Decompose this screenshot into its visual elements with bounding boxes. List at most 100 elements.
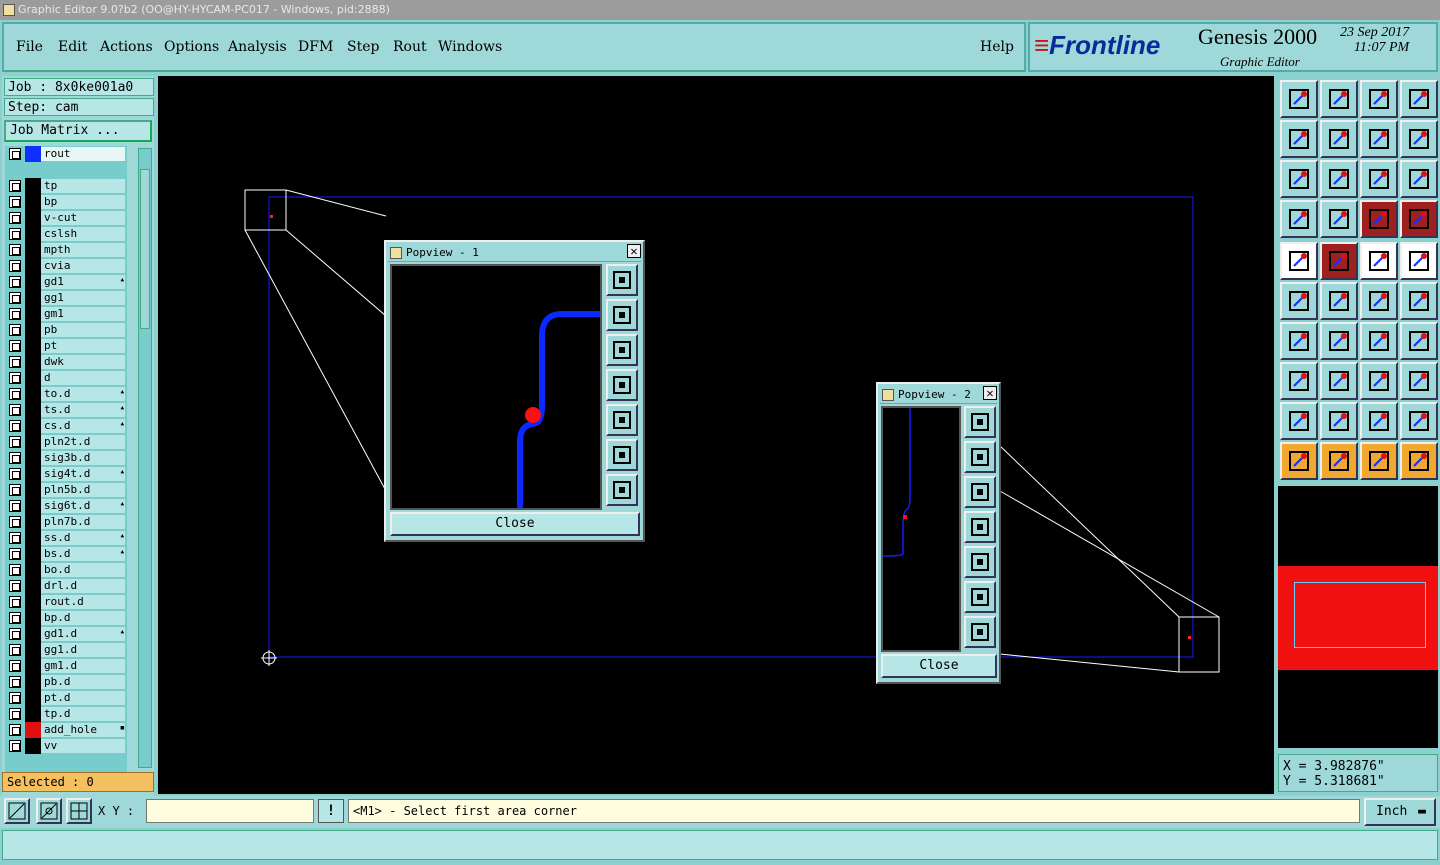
- layer-color-swatch[interactable]: [25, 690, 41, 706]
- grid-icon[interactable]: [66, 798, 92, 824]
- layer-color-swatch[interactable]: [25, 258, 41, 274]
- layer-name[interactable]: gm1.d: [41, 659, 125, 673]
- cross-icon[interactable]: [1320, 282, 1358, 320]
- layer-row[interactable]: pb.d: [5, 674, 127, 690]
- layer-checkbox[interactable]: [9, 660, 21, 672]
- redraw-icon[interactable]: [1360, 120, 1398, 158]
- layer-name[interactable]: sig4t.d: [41, 467, 125, 481]
- layer-checkbox[interactable]: [9, 676, 21, 688]
- layer-row[interactable]: gd1 ▴: [5, 274, 127, 290]
- layer-row[interactable]: pt.d: [5, 690, 127, 706]
- ruler-icon[interactable]: [1360, 242, 1398, 280]
- layer-row[interactable]: tp: [5, 178, 127, 194]
- grid-icon[interactable]: [1320, 200, 1358, 238]
- layer-row[interactable]: gm1.d: [5, 658, 127, 674]
- layer-row[interactable]: rout: [5, 146, 127, 162]
- cursor-icon[interactable]: [1280, 442, 1318, 480]
- layer-color-swatch[interactable]: [25, 562, 41, 578]
- menu-analysis[interactable]: Analysis: [228, 39, 287, 55]
- layer-row[interactable]: drl.d: [5, 578, 127, 594]
- layer-color-swatch[interactable]: [25, 418, 41, 434]
- pan-right-icon[interactable]: [606, 404, 638, 436]
- layer-color-swatch[interactable]: [25, 658, 41, 674]
- layer-color-swatch[interactable]: [25, 146, 41, 162]
- layer-checkbox[interactable]: [9, 196, 21, 208]
- layer-checkbox[interactable]: [9, 356, 21, 368]
- route-icon[interactable]: [1400, 442, 1438, 480]
- layer-checkbox[interactable]: [9, 148, 21, 160]
- layer-name[interactable]: rout.d: [41, 595, 125, 609]
- layer-color-swatch[interactable]: [25, 578, 41, 594]
- menu-step[interactable]: Step: [347, 39, 379, 55]
- layer-name[interactable]: gd1.d: [41, 627, 125, 641]
- layer-checkbox[interactable]: [9, 708, 21, 720]
- layer-row[interactable]: d: [5, 370, 127, 386]
- cursor-box-icon[interactable]: [1320, 442, 1358, 480]
- layer-checkbox[interactable]: [9, 308, 21, 320]
- layer-name[interactable]: bp.d: [41, 611, 125, 625]
- layer-name[interactable]: bo.d: [41, 563, 125, 577]
- layer-checkbox[interactable]: [9, 484, 21, 496]
- zoom-fit-icon[interactable]: [606, 264, 638, 296]
- scale-one-icon[interactable]: [1360, 160, 1398, 198]
- layer-row[interactable]: tp.d: [5, 706, 127, 722]
- layer-color-swatch[interactable]: [25, 194, 41, 210]
- layer-checkbox[interactable]: [9, 276, 21, 288]
- layer-name[interactable]: mpth: [41, 243, 125, 257]
- popview-1-window[interactable]: Popview - 1 ✕ Close: [384, 240, 645, 542]
- layer-checkbox[interactable]: [9, 612, 21, 624]
- layer-name[interactable]: vv: [41, 739, 125, 753]
- layer-name[interactable]: bp: [41, 195, 125, 209]
- layer-row[interactable]: bp: [5, 194, 127, 210]
- layers-red-icon[interactable]: [1360, 200, 1398, 238]
- layers-red-alt-icon[interactable]: [1400, 200, 1438, 238]
- tools-icon[interactable]: [1280, 200, 1318, 238]
- step-up-icon[interactable]: [1280, 80, 1318, 118]
- layer-name[interactable]: pln5b.d: [41, 483, 125, 497]
- layer-row[interactable]: gd1.d ▴: [5, 626, 127, 642]
- layer-checkbox[interactable]: [9, 404, 21, 416]
- zoom-in-icon[interactable]: [964, 616, 996, 648]
- cursor-alt-icon[interactable]: [1360, 442, 1398, 480]
- pad-select-icon[interactable]: [1280, 362, 1318, 400]
- layer-checkbox[interactable]: [9, 724, 21, 736]
- layer-color-swatch[interactable]: [25, 498, 41, 514]
- layer-row[interactable]: bs.d ▴: [5, 546, 127, 562]
- layer-checkbox[interactable]: [9, 628, 21, 640]
- layer-row[interactable]: gm1: [5, 306, 127, 322]
- connect-icon[interactable]: [1280, 282, 1318, 320]
- layer-name[interactable]: rout: [41, 147, 125, 161]
- layer-color-swatch[interactable]: [25, 306, 41, 322]
- layer-color-swatch[interactable]: [25, 738, 41, 754]
- layer-color-swatch[interactable]: [25, 546, 41, 562]
- layer-name[interactable]: sig6t.d: [41, 499, 125, 513]
- layer-row[interactable]: pt: [5, 338, 127, 354]
- triangle-alt-icon[interactable]: [1320, 402, 1358, 440]
- triangle-wide-icon[interactable]: [1400, 402, 1438, 440]
- layer-name[interactable]: pb: [41, 323, 125, 337]
- layer-row[interactable]: cslsh: [5, 226, 127, 242]
- layer-name[interactable]: cslsh: [41, 227, 125, 241]
- move-point-icon[interactable]: [1360, 282, 1398, 320]
- layer-row[interactable]: gg1: [5, 290, 127, 306]
- layer-scrollbar[interactable]: [138, 148, 152, 768]
- layer-color-swatch[interactable]: [25, 290, 41, 306]
- layer-checkbox[interactable]: [9, 580, 21, 592]
- layer-color-swatch[interactable]: [25, 610, 41, 626]
- layer-row[interactable]: pln5b.d: [5, 482, 127, 498]
- layer-row[interactable]: sig6t.d ▴: [5, 498, 127, 514]
- shape-icon[interactable]: [1400, 362, 1438, 400]
- pan-left-icon[interactable]: [606, 369, 638, 401]
- scroll-thumb[interactable]: [140, 169, 150, 329]
- snap-icon[interactable]: [1400, 120, 1438, 158]
- popview-1-close-icon[interactable]: ✕: [627, 244, 641, 258]
- popview-1-titlebar[interactable]: Popview - 1: [388, 244, 641, 262]
- layer-color-swatch[interactable]: [25, 402, 41, 418]
- layer-name[interactable]: tp.d: [41, 707, 125, 721]
- layer-name[interactable]: gd1: [41, 275, 125, 289]
- layer-name[interactable]: pln7b.d: [41, 515, 125, 529]
- layer-color-swatch[interactable]: [25, 626, 41, 642]
- circle-icon[interactable]: [1400, 242, 1438, 280]
- layer-name[interactable]: pt: [41, 339, 125, 353]
- split-icon[interactable]: [1320, 362, 1358, 400]
